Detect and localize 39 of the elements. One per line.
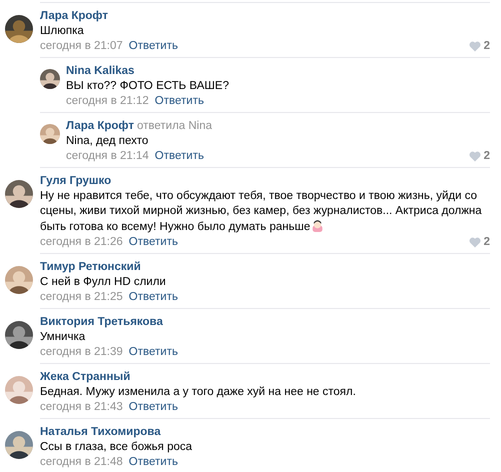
reply-link[interactable]: Ответить xyxy=(128,290,178,305)
author-name[interactable]: Nina Kalikas xyxy=(66,65,134,77)
like-count: 2 xyxy=(484,39,490,54)
reply-link[interactable]: Ответить xyxy=(154,149,204,164)
reply-link[interactable]: Ответить xyxy=(154,94,204,109)
reply-to-text: ответила Nina xyxy=(136,120,212,132)
like-count: 2 xyxy=(484,235,490,250)
reply-link[interactable]: Ответить xyxy=(128,400,178,415)
comment-text: Nina, дед пехто xyxy=(66,135,148,147)
comment-text: С ней в Фулл HD слили xyxy=(40,276,166,288)
reply-link[interactable]: Ответить xyxy=(128,39,178,54)
author-name[interactable]: Наталья Тихомирова xyxy=(40,426,161,438)
author-name[interactable]: Гуля Грушко xyxy=(40,175,112,187)
author-name[interactable]: Виктория Третьякова xyxy=(40,316,163,328)
reply-link[interactable]: Ответить xyxy=(128,455,178,470)
author-name[interactable]: Лара Крофт xyxy=(66,120,134,132)
heart-icon[interactable] xyxy=(468,151,481,162)
author-name[interactable]: Лара Крофт xyxy=(40,10,108,22)
reply-link[interactable]: Ответить xyxy=(128,235,178,250)
reply-link[interactable]: Ответить xyxy=(128,345,178,360)
comment-text: Бедная. Мужу изменила а у того даже хуй на нее не стоял. xyxy=(40,386,356,398)
comment-time: сегодня в 21:39 xyxy=(40,345,123,360)
comment-time: сегодня в 21:25 xyxy=(40,290,123,305)
comment-time: сегодня в 21:12 xyxy=(66,94,149,109)
comment-text: Умничка xyxy=(40,331,86,343)
comment-time: сегодня в 21:48 xyxy=(40,455,123,470)
author-name[interactable]: Тимур Ретюнский xyxy=(40,261,141,273)
comment-time: сегодня в 21:43 xyxy=(40,400,123,415)
heart-icon[interactable] xyxy=(468,237,481,248)
comment-text: Ссы в глаза, все божья роса xyxy=(40,441,192,453)
comment-time: сегодня в 21:14 xyxy=(66,149,149,164)
comment-time: сегодня в 21:07 xyxy=(40,39,123,54)
comment-text: ВЫ кто?? ФОТО ЕСТЬ ВАШЕ? xyxy=(66,80,229,92)
comment-text: Шлюпка xyxy=(40,25,84,37)
comment-text: Ну не нравится тебе, что обсуждают тебя, твое творчество и твою жизнь, уйди со сцены, живи тихой мирной жизнью, без камер, без журналистов... Актриса должна быть готова ко всему! Нужно было думать раньше xyxy=(40,190,482,233)
author-name[interactable]: Жека Странный xyxy=(40,371,130,383)
heart-icon[interactable] xyxy=(468,41,481,52)
comment-time: сегодня в 21:26 xyxy=(40,235,123,250)
like-count: 2 xyxy=(484,149,490,164)
